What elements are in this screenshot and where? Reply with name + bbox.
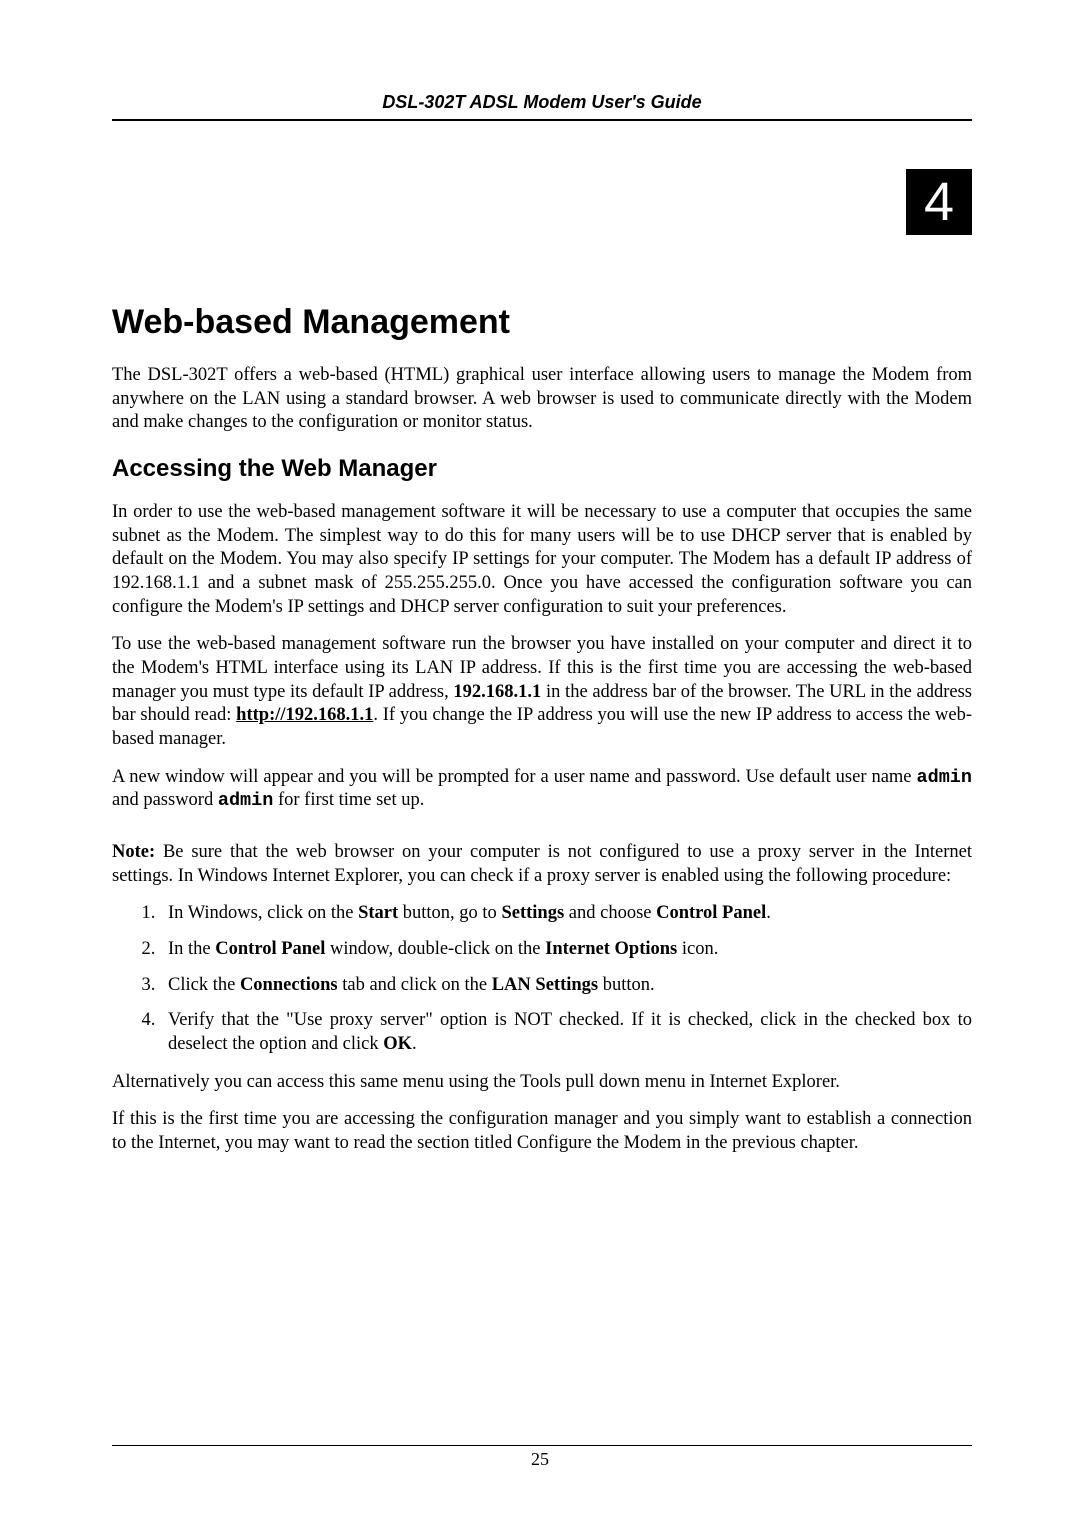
section1-p1: In order to use the web-based management… — [112, 501, 972, 619]
p2-ip: 192.168.1.1 — [453, 682, 541, 702]
section1-p5: If this is the first time you are access… — [112, 1108, 972, 1155]
p3-password: admin — [218, 790, 274, 811]
p2-url-link[interactable]: http://192.168.1.1 — [236, 705, 373, 725]
doc-header-title: DSL-302T ADSL Modem User's Guide — [112, 92, 972, 121]
p3-text3: for first time set up. — [273, 790, 424, 810]
s3a: Click the — [168, 975, 240, 995]
p3-text1: A new window will appear and you will be… — [112, 767, 916, 787]
note-text: Be sure that the web browser on your com… — [112, 842, 972, 886]
list-item: Verify that the "Use proxy server" optio… — [160, 1009, 972, 1056]
s4b: OK — [383, 1034, 412, 1054]
section-heading-accessing: Accessing the Web Manager — [112, 455, 972, 483]
s1d: Settings — [501, 903, 564, 923]
page-title: Web-based Management — [112, 303, 972, 342]
s4c: . — [412, 1034, 417, 1054]
s2c: window, double-click on the — [325, 939, 545, 959]
section1-p2: To use the web-based management software… — [112, 633, 972, 751]
p3-username: admin — [916, 767, 972, 788]
s3d: LAN Settings — [492, 975, 598, 995]
page-number: 25 — [0, 1449, 1080, 1470]
s3b: Connections — [240, 975, 338, 995]
s1a: In Windows, click on the — [168, 903, 358, 923]
section1-p4: Alternatively you can access this same m… — [112, 1071, 972, 1095]
s1c: button, go to — [398, 903, 501, 923]
list-item: Click the Connections tab and click on t… — [160, 974, 972, 998]
chapter-number-box: 4 — [906, 169, 972, 235]
s2a: In the — [168, 939, 215, 959]
procedure-list: In Windows, click on the Start button, g… — [160, 902, 972, 1056]
note-label: Note: — [112, 842, 155, 862]
note-paragraph: Note: Be sure that the web browser on yo… — [112, 841, 972, 888]
list-item: In the Control Panel window, double-clic… — [160, 938, 972, 962]
s3c: tab and click on the — [338, 975, 492, 995]
list-item: In Windows, click on the Start button, g… — [160, 902, 972, 926]
p3-text2: and password — [112, 790, 218, 810]
s2e: icon. — [677, 939, 718, 959]
s1e: and choose — [564, 903, 656, 923]
s1g: . — [766, 903, 771, 923]
s2b: Control Panel — [215, 939, 325, 959]
s4a: Verify that the "Use proxy server" optio… — [168, 1010, 972, 1054]
intro-paragraph: The DSL-302T offers a web-based (HTML) g… — [112, 364, 972, 435]
s1f: Control Panel — [656, 903, 766, 923]
footer-divider — [112, 1445, 972, 1446]
s3e: button. — [598, 975, 655, 995]
s2d: Internet Options — [545, 939, 677, 959]
section1-p3: A new window will appear and you will be… — [112, 766, 972, 813]
s1b: Start — [358, 903, 398, 923]
